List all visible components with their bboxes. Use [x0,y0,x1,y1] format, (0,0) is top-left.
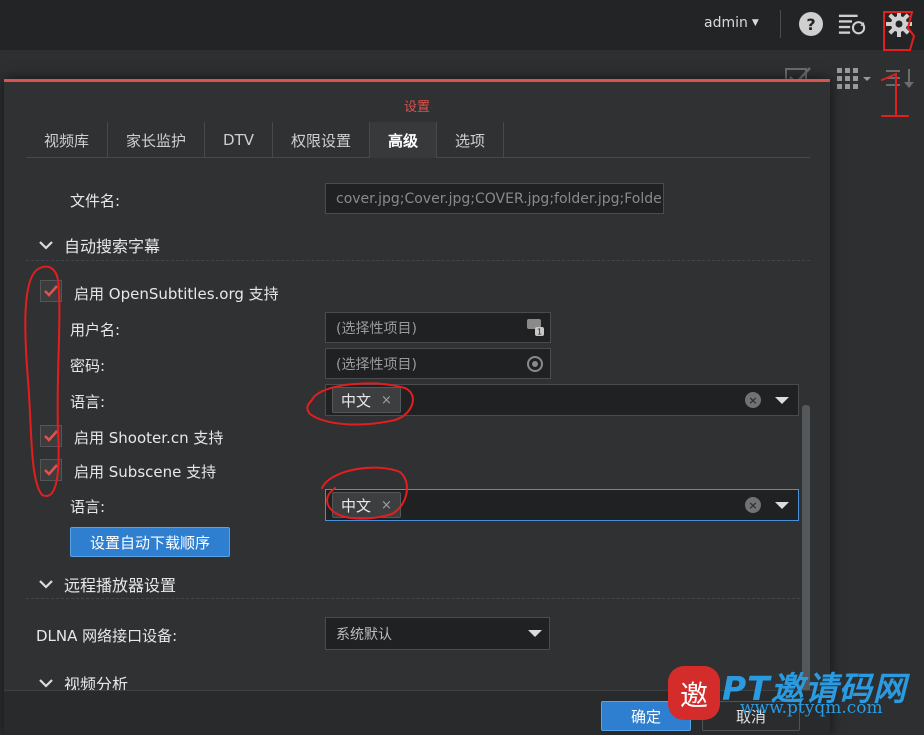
divider [780,10,781,38]
caret-down-icon: ▼ [751,18,759,28]
clear-icon[interactable]: × [745,497,761,513]
filename-label: 文件名: [70,192,121,210]
shooter-label: 启用 Shooter.cn 支持 [74,429,224,447]
watermark-url: www.ptyqm.com [740,698,883,718]
checkmark-icon [44,430,58,442]
section-divider [26,260,810,261]
clear-icon[interactable]: × [745,392,761,408]
shooter-checkbox[interactable] [40,425,62,447]
dropdown-caret-icon[interactable] [528,630,542,637]
subscene-checkbox[interactable] [40,459,62,481]
dlna-interface-label: DLNA 网络接口设备: [36,627,178,645]
section-divider [26,598,810,599]
sort-icon[interactable] [884,62,920,94]
auto-subtitle-section-header[interactable]: 自动搜索字幕 [38,233,160,257]
settings-gear-icon[interactable] [885,10,913,38]
dlna-interface-select[interactable]: 系统默认 [325,617,550,650]
opensubtitles-checkbox[interactable] [40,280,62,302]
settings-dialog: 设置 视频库 家长监护 DTV 权限设置 高级 选项 文件名: cover.jp… [4,79,830,735]
help-icon[interactable]: ? [797,10,825,38]
language-tag-chinese-2: 中文 × [332,492,401,518]
checkmark-icon [44,285,58,297]
dropdown-caret-icon[interactable] [775,502,789,509]
grid-view-icon[interactable] [836,62,872,94]
watermark-logo-char: 邀 [680,679,708,712]
section-title: 远程播放器设置 [64,576,177,595]
chevron-down-icon [39,679,53,688]
tab-parental[interactable]: 家长监护 [108,122,206,158]
settings-tabs: 视频库 家长监护 DTV 权限设置 高级 选项 [26,122,810,158]
tag-remove-icon[interactable]: × [381,393,392,408]
tab-dtv[interactable]: DTV [205,122,274,158]
chevron-down-icon [39,241,53,250]
checkmark-icon [44,464,58,476]
set-download-order-button[interactable]: 设置自动下载顺序 [70,527,230,557]
password-placeholder: (选择性项目) [336,356,417,373]
filename-input[interactable]: cover.jpg;Cover.jpg;COVER.jpg;folder.jpg… [325,183,664,214]
keyboard-badge-icon: 1 [527,319,544,337]
tag-label: 中文 [341,496,372,515]
subscene-label: 启用 Subscene 支持 [74,463,217,481]
opensubtitles-label: 启用 OpenSubtitles.org 支持 [74,285,279,303]
tag-label: 中文 [341,391,372,410]
username-label: 用户名: [70,321,121,339]
section-title: 自动搜索字幕 [64,237,161,256]
remote-player-section-header[interactable]: 远程播放器设置 [38,572,176,596]
password-input[interactable]: (选择性项目) [325,348,551,379]
tab-permissions[interactable]: 权限设置 [273,122,371,158]
tag-remove-icon[interactable]: × [381,498,392,513]
user-name: admin [704,15,748,31]
top-navigation-bar: admin ▼ ? [0,0,924,50]
username-placeholder: (选择性项目) [336,320,417,337]
language-label-1: 语言: [70,393,106,411]
tab-options[interactable]: 选项 [437,122,505,158]
chevron-down-icon [39,580,53,589]
password-label: 密码: [70,357,106,375]
language-tag-chinese-1: 中文 × [332,387,401,413]
svg-text:1: 1 [537,328,542,337]
tab-library[interactable]: 视频库 [26,122,109,158]
user-menu[interactable]: admin ▼ [704,15,759,31]
language-label-2: 语言: [70,498,106,516]
dropdown-caret-icon[interactable] [775,397,789,404]
activity-icon[interactable] [838,10,866,38]
dlna-selected-value: 系统默认 [336,626,392,643]
tab-advanced[interactable]: 高级 [370,122,438,158]
username-input[interactable]: (选择性项目) 1 [325,312,551,343]
password-reveal-icon [527,356,543,372]
dialog-title: 设置 [403,100,430,115]
